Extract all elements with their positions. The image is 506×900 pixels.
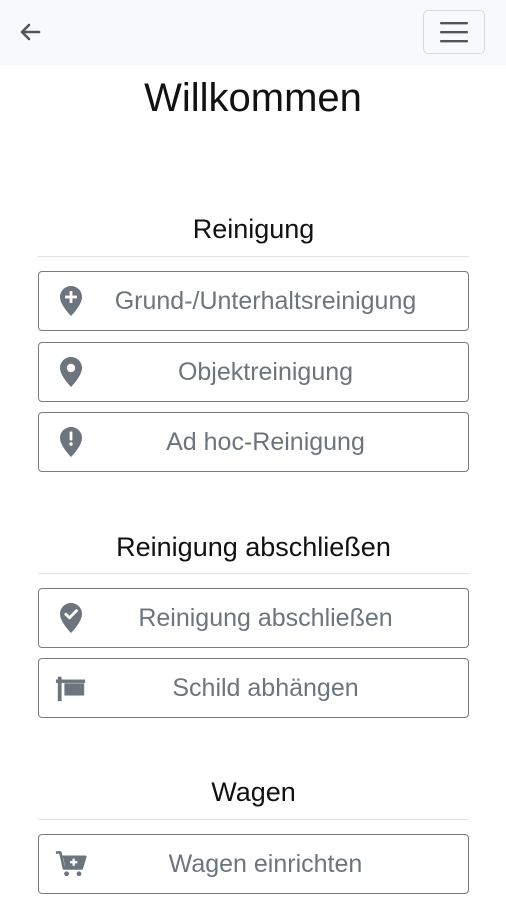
map-marker-exclamation-icon bbox=[55, 426, 87, 458]
section-divider bbox=[38, 819, 469, 820]
section-title-wagen: Wagen bbox=[211, 777, 296, 807]
schild-abhaengen-button[interactable]: Schild abhängen bbox=[38, 658, 469, 718]
section-title-reinigung-abschliessen: Reinigung abschließen bbox=[116, 532, 391, 562]
hamburger-menu-icon bbox=[440, 22, 468, 43]
arrow-left-icon bbox=[20, 23, 41, 41]
button-label: Grund-/Unterhaltsreinigung bbox=[114, 286, 417, 315]
button-label: Reinigung abschließen bbox=[138, 603, 393, 632]
section-divider bbox=[38, 256, 469, 257]
objektreinigung-button[interactable]: Objektreinigung bbox=[38, 342, 469, 402]
map-marker-plus-icon bbox=[55, 285, 87, 317]
grund-unterhaltsreinigung-button[interactable]: Grund-/Unterhaltsreinigung bbox=[38, 271, 469, 331]
ad-hoc-reinigung-button[interactable]: Ad hoc-Reinigung bbox=[38, 412, 469, 472]
button-label: Wagen einrichten bbox=[168, 849, 363, 878]
section-title-reinigung: Reinigung bbox=[192, 214, 315, 244]
button-label: Ad hoc-Reinigung bbox=[166, 427, 365, 456]
back-button[interactable] bbox=[14, 18, 46, 46]
button-label: Objektreinigung bbox=[177, 357, 354, 386]
sign-icon bbox=[55, 672, 87, 704]
top-navbar bbox=[0, 0, 506, 65]
menu-toggle-button[interactable] bbox=[423, 10, 485, 54]
page-title: Willkommen bbox=[144, 76, 362, 120]
map-marker-check-icon bbox=[55, 602, 87, 634]
section-divider bbox=[38, 573, 469, 574]
reinigung-abschliessen-button[interactable]: Reinigung abschließen bbox=[38, 588, 469, 648]
map-marker-icon bbox=[55, 356, 87, 388]
button-label: Schild abhängen bbox=[172, 673, 359, 702]
wagen-einrichten-button[interactable]: Wagen einrichten bbox=[38, 834, 469, 894]
cart-plus-icon bbox=[55, 848, 87, 880]
